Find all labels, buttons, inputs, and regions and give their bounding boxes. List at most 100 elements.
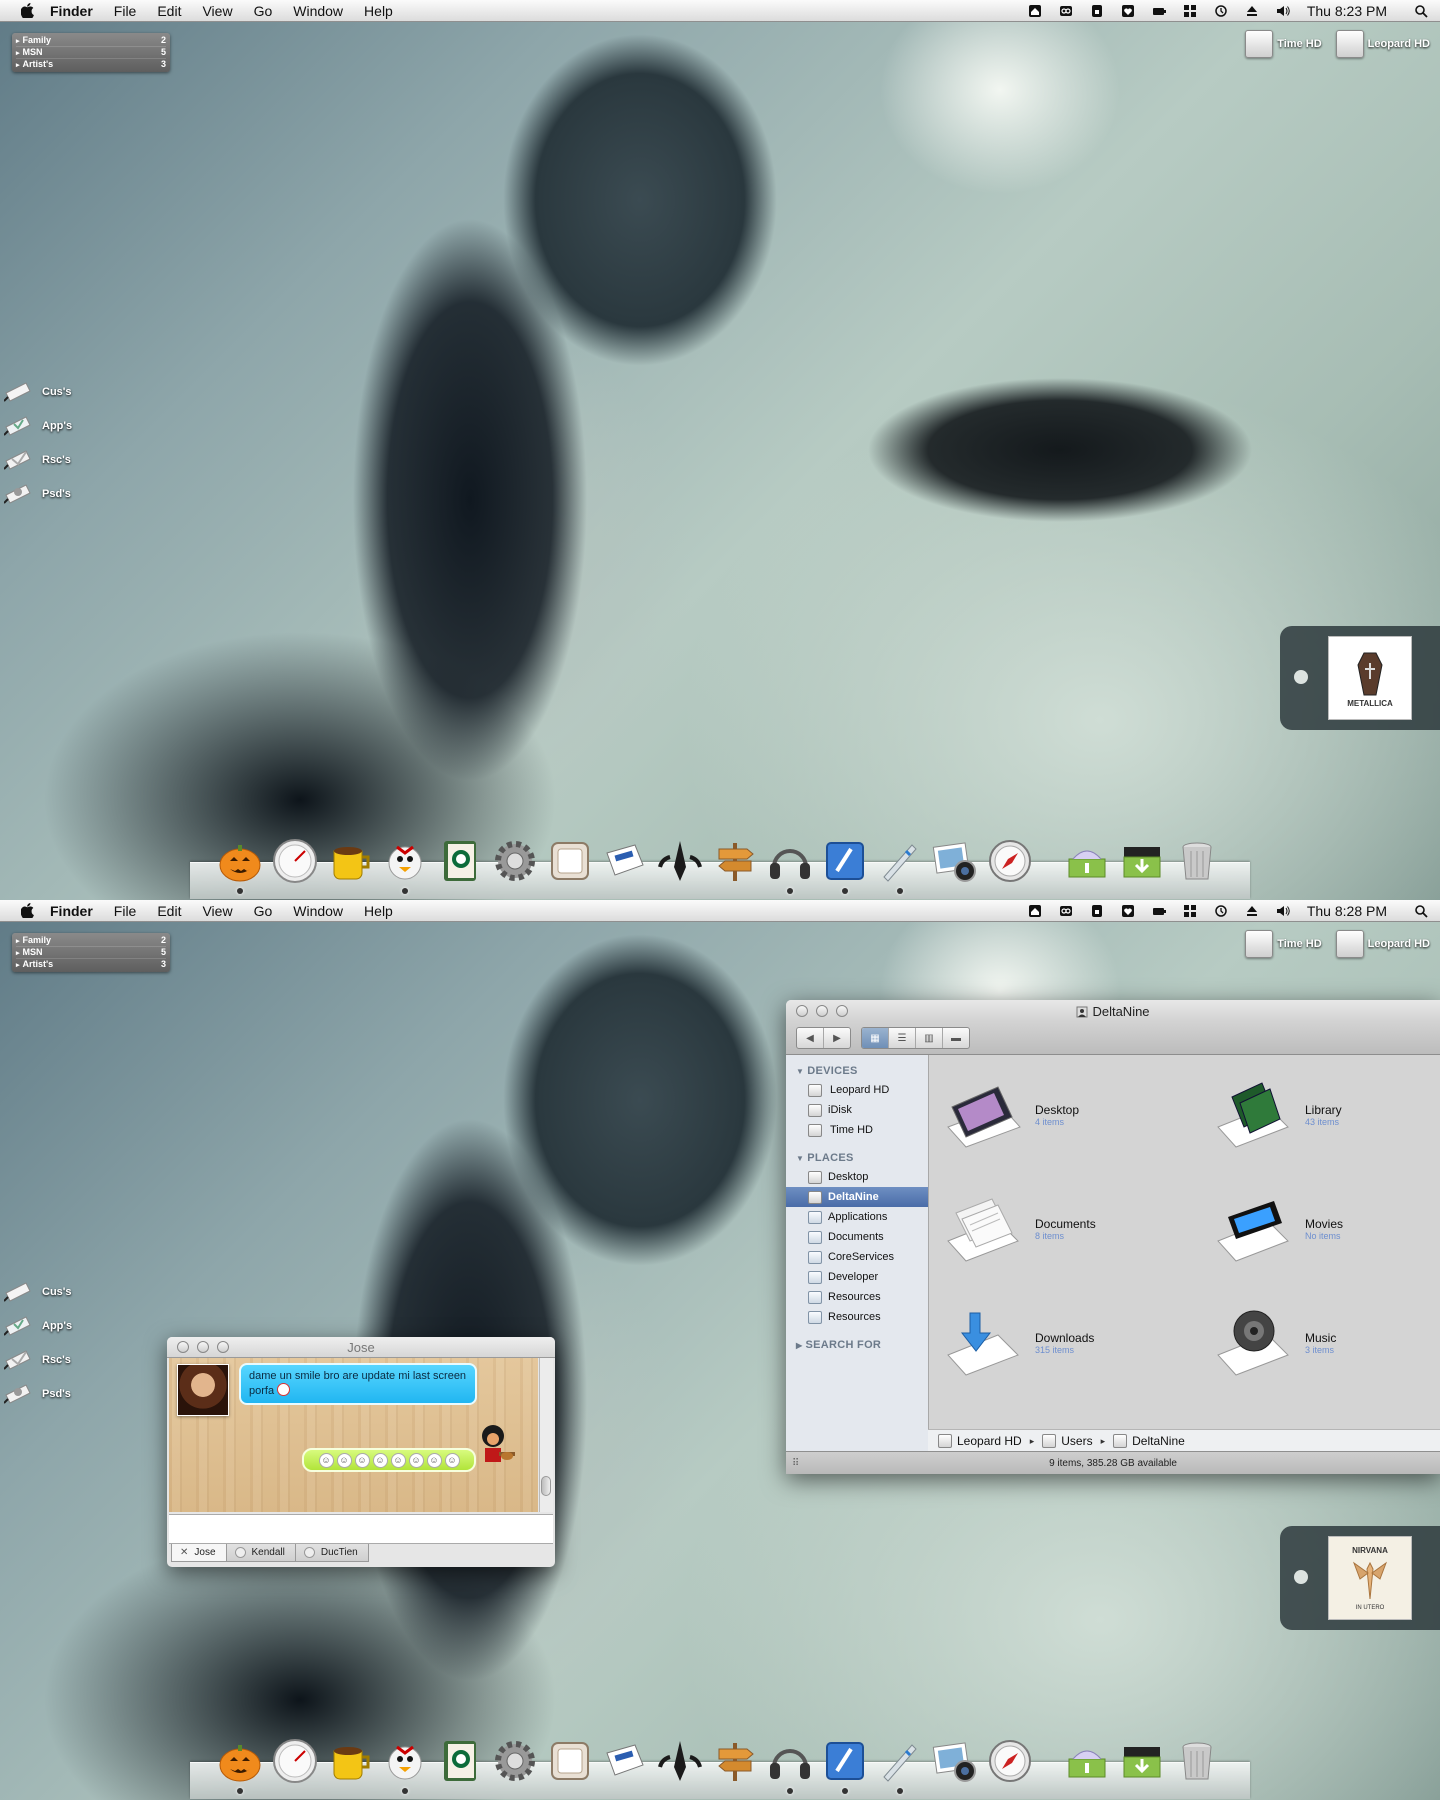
shortcut-apps[interactable]: App's [4,409,72,443]
menu-app-finder[interactable]: Finder [50,3,93,19]
battery-icon[interactable] [1152,4,1167,18]
adium-duck-icon[interactable] [379,835,430,894]
battery-icon[interactable] [1152,904,1167,918]
gauge-icon[interactable] [269,1735,320,1786]
coffee-mug-icon[interactable] [324,1735,375,1786]
signpost-icon[interactable] [709,1735,760,1786]
eject-icon[interactable] [1245,904,1260,918]
sidebar-item-applications[interactable]: Applications [786,1207,928,1227]
home-icon[interactable] [1028,4,1043,18]
path-users[interactable]: Users [1042,1434,1093,1448]
system-preferences-icon[interactable] [489,1735,540,1786]
apple-menu-icon[interactable] [18,2,36,20]
finder-title-bar[interactable]: DeltaNine [786,1000,1440,1022]
album-art-widget[interactable]: NIRVANA IN UTERO [1280,1526,1440,1630]
file-item-library[interactable]: Library 43 items [1209,1069,1429,1161]
sidebar-item-idisk[interactable]: iDisk [786,1100,928,1120]
stacks-widget-row[interactable]: ▸ Artist's 3 [16,59,166,70]
chat-tab-jose[interactable]: ✕ Jose [171,1544,227,1562]
chat-scrollbar[interactable] [539,1358,553,1512]
spotlight-search-icon[interactable] [1413,904,1428,918]
coffee-mug-icon[interactable] [324,835,375,886]
zoom-button[interactable] [217,1341,229,1353]
home-icon[interactable] [1028,904,1043,918]
menu-help[interactable]: Help [364,903,393,919]
address-book-icon[interactable] [434,835,485,886]
shortcut-psd[interactable]: Psd's [4,1377,72,1411]
stacks-widget-row[interactable]: ▸ Family 2 [16,935,166,947]
shortcut-apps[interactable]: App's [4,1309,72,1343]
iphoto-icon[interactable] [929,835,980,886]
menu-window[interactable]: Window [293,3,343,19]
penguin-icon[interactable] [654,835,705,886]
sidebar-item-resources[interactable]: Resources [786,1287,928,1307]
newspaper-icon[interactable] [599,1735,650,1786]
spotlight-search-icon[interactable] [1413,4,1428,18]
minimize-button[interactable] [816,1005,828,1017]
adium-duck-icon[interactable] [379,1735,430,1794]
system-preferences-icon[interactable] [489,835,540,886]
sidebar-header-places[interactable]: ▼ PLACES [786,1148,928,1167]
menu-go[interactable]: Go [254,903,273,919]
heart-icon[interactable] [1121,904,1136,918]
calendar-icon[interactable] [544,835,595,886]
path-leopard-hd[interactable]: Leopard HD [938,1434,1022,1448]
eject-icon[interactable] [1245,4,1260,18]
volume-icon[interactable] [1276,4,1291,18]
downloads-stack-icon[interactable] [1116,1735,1167,1786]
menu-help[interactable]: Help [364,3,393,19]
menu-edit[interactable]: Edit [157,3,181,19]
column-view-button[interactable]: ▥ [916,1028,943,1048]
drop-box-stack-icon[interactable] [1061,835,1112,886]
chat-window[interactable]: Jose dame un smile bro are update mi las… [167,1337,555,1567]
drive-time-hd[interactable]: Time HD [1245,930,1322,958]
gauge-icon[interactable] [269,835,320,886]
newspaper-icon[interactable] [599,835,650,886]
zoom-button[interactable] [836,1005,848,1017]
shortcut-rsc[interactable]: Rsc's [4,1343,72,1377]
time-machine-icon[interactable] [1214,904,1229,918]
drive-leopard-hd[interactable]: Leopard HD [1335,30,1430,58]
icon-view-button[interactable]: ▦ [862,1028,889,1048]
minimize-button[interactable] [197,1341,209,1353]
shortcut-cus[interactable]: Cus's [4,1275,72,1309]
menu-view[interactable]: View [202,3,232,19]
shortcut-rsc[interactable]: Rsc's [4,443,72,477]
chat-tab-kendall[interactable]: Kendall [225,1544,296,1562]
forward-button[interactable]: ▶ [824,1028,850,1048]
lock-icon[interactable] [1090,904,1105,918]
sidebar-item-documents[interactable]: Documents [786,1227,928,1247]
headphones-icon[interactable] [764,835,815,894]
path-deltanine[interactable]: DeltaNine [1113,1434,1185,1448]
chat-title-bar[interactable]: Jose [167,1337,555,1358]
file-item-movies[interactable]: Movies No items [1209,1183,1429,1275]
drive-leopard-hd[interactable]: Leopard HD [1335,930,1430,958]
close-button[interactable] [177,1341,189,1353]
back-button[interactable]: ◀ [797,1028,824,1048]
downloads-stack-icon[interactable] [1116,835,1167,886]
coverflow-view-button[interactable]: ▬ [943,1028,969,1048]
pencil-icon[interactable] [874,1735,925,1794]
list-view-button[interactable]: ☰ [889,1028,916,1048]
menubar-clock[interactable]: Thu 8:28 PM [1307,903,1387,919]
drop-box-stack-icon[interactable] [1061,1735,1112,1786]
chat-tab-ductien[interactable]: DucTien [294,1544,369,1562]
close-button[interactable] [796,1005,808,1017]
sidebar-item-deltanine[interactable]: DeltaNine [786,1187,928,1207]
spaces-icon[interactable] [1183,4,1198,18]
sidebar-item-coreservices[interactable]: CoreServices [786,1247,928,1267]
chat-input[interactable] [169,1514,553,1544]
menu-window[interactable]: Window [293,903,343,919]
trash-icon[interactable] [1171,1735,1222,1786]
stacks-widget-row[interactable]: ▸ Artist's 3 [16,959,166,970]
finder-window[interactable]: DeltaNine ◀ ▶ ▦ ☰ ▥ ▬ ▼ DEVICES Leopard H… [786,1000,1440,1474]
menu-app-finder[interactable]: Finder [50,903,93,919]
resize-grip-icon[interactable]: ⠿ [792,1458,799,1469]
album-cover-icon[interactable]: NIRVANA IN UTERO [1328,1536,1412,1620]
file-item-documents[interactable]: Documents 8 items [939,1183,1209,1275]
file-item-downloads[interactable]: Downloads 315 items [939,1297,1209,1389]
safari-compass-icon[interactable] [984,835,1035,886]
stacks-widget-row[interactable]: ▸ Family 2 [16,35,166,47]
pumpkin-icon[interactable] [214,1735,265,1794]
menu-edit[interactable]: Edit [157,903,181,919]
